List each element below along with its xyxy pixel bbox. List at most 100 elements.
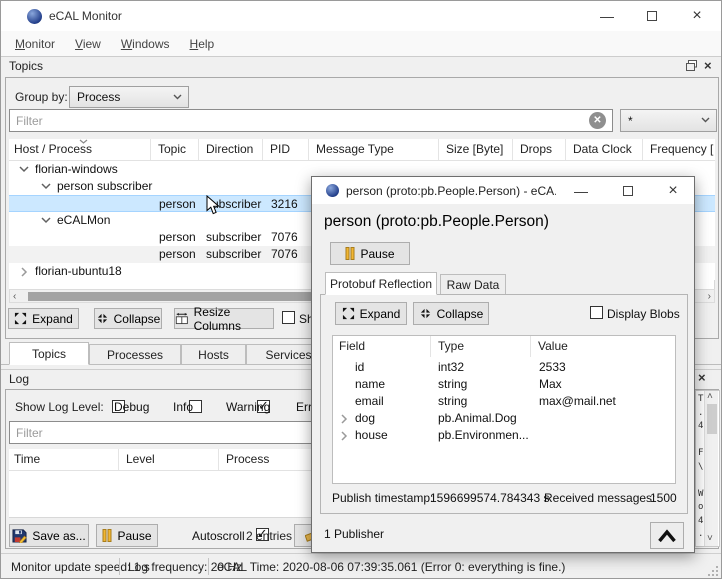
- scroll-to-top-button[interactable]: [650, 522, 684, 549]
- save-as-button[interactable]: Save as...: [9, 524, 89, 547]
- log-panel-title: Log: [1, 372, 29, 386]
- tab-protobuf-reflection[interactable]: Protobuf Reflection: [325, 272, 437, 295]
- field-row[interactable]: dog pb.Animal.Dog: [333, 410, 675, 427]
- publisher-count: 1 Publisher: [324, 527, 384, 541]
- tab-processes[interactable]: Processes: [89, 344, 181, 365]
- menu-help[interactable]: Help: [180, 37, 225, 51]
- close-button[interactable]: ×: [675, 1, 719, 31]
- col-value[interactable]: Value: [531, 336, 675, 357]
- field-type: string: [438, 393, 467, 410]
- scroll-right-icon[interactable]: ›: [708, 291, 711, 303]
- show-log-level-label: Show Log Level:: [15, 400, 104, 414]
- minimize-button[interactable]: —: [585, 1, 629, 31]
- background-vscrollbar[interactable]: ˄ ˅: [704, 391, 718, 546]
- expander-open-icon[interactable]: [41, 183, 51, 190]
- tab-raw-data[interactable]: Raw Data: [440, 274, 506, 295]
- col-data-clock[interactable]: Data Clock: [566, 139, 643, 160]
- collapse-icon: [96, 312, 109, 325]
- col-size[interactable]: Size [Byte]: [439, 139, 513, 160]
- col-type[interactable]: Type: [431, 336, 531, 357]
- field-row[interactable]: name string Max: [333, 376, 675, 393]
- publish-timestamp-value: 1596699574.784343 s: [430, 491, 549, 505]
- field-name: id: [355, 359, 364, 376]
- resize-columns-button[interactable]: Resize Columns: [174, 308, 274, 329]
- tab-protobuf-reflection-label: Protobuf Reflection: [330, 277, 432, 291]
- field-type: int32: [438, 359, 464, 376]
- expander-open-icon[interactable]: [19, 166, 29, 173]
- received-messages-value: 1500: [650, 491, 677, 505]
- log-pause-button[interactable]: Pause: [96, 524, 158, 547]
- col-frequency[interactable]: Frequency [: [643, 139, 715, 160]
- ecal-monitor-window: eCAL Monitor — × Monitor View Windows He…: [0, 0, 722, 579]
- dialog-expand-button[interactable]: Expand: [335, 302, 407, 325]
- sort-indicator-icon: [79, 139, 88, 144]
- direction-cell: subscriber: [206, 246, 261, 263]
- topic-cell: person: [159, 229, 196, 246]
- menu-monitor[interactable]: Monitor: [5, 37, 65, 51]
- maximize-button[interactable]: [630, 1, 674, 31]
- field-name: dog: [355, 410, 375, 427]
- col-topic[interactable]: Topic: [151, 139, 199, 160]
- menu-bar: Monitor View Windows Help: [1, 31, 721, 56]
- topics-panel-close-icon[interactable]: ×: [704, 58, 712, 73]
- filter-mode-select[interactable]: *: [620, 109, 717, 132]
- collapse-icon: [419, 307, 432, 320]
- dialog-maximize-button[interactable]: [607, 177, 649, 204]
- field-row[interactable]: id int32 2533: [333, 359, 675, 376]
- field-row[interactable]: email string max@mail.net: [333, 393, 675, 410]
- tab-hosts-label: Hosts: [198, 348, 229, 362]
- tab-topics-label: Topics: [32, 347, 66, 361]
- clear-filter-button[interactable]: ✕: [589, 112, 606, 129]
- col-field[interactable]: Field: [333, 336, 431, 357]
- status-ecal-time: eCAL Time: 2020-08-06 07:39:35.061 (Erro…: [217, 560, 565, 574]
- menu-view[interactable]: View: [65, 37, 111, 51]
- group-by-value: Process: [77, 90, 120, 104]
- tab-topics[interactable]: Topics: [9, 342, 89, 365]
- scrollbar-thumb[interactable]: [707, 404, 717, 434]
- collapse-button[interactable]: Collapse: [94, 308, 162, 329]
- tab-raw-data-label: Raw Data: [447, 278, 500, 292]
- log-pause-label: Pause: [117, 529, 151, 543]
- col-level[interactable]: Level: [119, 449, 219, 470]
- display-blobs-checkbox[interactable]: [590, 306, 603, 319]
- expander-open-icon[interactable]: [41, 217, 51, 224]
- background-window-sliver: Ti . 4 F: \ Wo o: 4. .. ˄ ˅: [695, 390, 720, 547]
- field-table: Field Type Value id int32 2533 name stri…: [332, 335, 676, 484]
- mouse-cursor: [206, 195, 221, 216]
- expander-closed-icon[interactable]: [341, 431, 348, 441]
- dialog-close-button[interactable]: ×: [653, 177, 693, 204]
- minimize-icon: —: [600, 8, 614, 24]
- expand-button[interactable]: Expand: [8, 308, 79, 329]
- dialog-pause-button[interactable]: Pause: [330, 242, 410, 265]
- float-panel-icon[interactable]: [685, 59, 698, 72]
- log-panel-close-icon[interactable]: ×: [698, 370, 706, 385]
- tab-hosts[interactable]: Hosts: [181, 344, 246, 365]
- scroll-up-icon[interactable]: ˄: [707, 391, 713, 403]
- dialog-minimize-button[interactable]: —: [560, 177, 602, 204]
- show-checkbox[interactable]: [282, 311, 295, 324]
- col-message-type[interactable]: Message Type: [309, 139, 439, 160]
- expander-closed-icon[interactable]: [21, 267, 28, 277]
- scroll-left-icon[interactable]: ‹: [13, 291, 16, 303]
- field-name: email: [355, 393, 384, 410]
- dialog-collapse-button[interactable]: Collapse: [413, 302, 489, 325]
- col-process[interactable]: Process: [219, 449, 319, 470]
- field-row[interactable]: house pb.Environmen...: [333, 427, 675, 444]
- collapse-button-label: Collapse: [114, 312, 161, 326]
- expand-icon: [14, 312, 27, 325]
- process-label: person subscriber: [57, 178, 152, 195]
- menu-windows[interactable]: Windows: [111, 37, 180, 51]
- scrollbar-thumb[interactable]: [28, 292, 358, 301]
- group-by-select[interactable]: Process: [69, 86, 189, 108]
- save-as-label: Save as...: [32, 529, 85, 543]
- resize-grip-icon[interactable]: [707, 565, 719, 577]
- col-time[interactable]: Time: [9, 449, 119, 470]
- expander-closed-icon[interactable]: [341, 414, 348, 424]
- topics-filter-input[interactable]: [9, 109, 613, 132]
- col-direction[interactable]: Direction: [199, 139, 263, 160]
- tab-processes-label: Processes: [107, 348, 163, 362]
- scroll-down-icon[interactable]: ˅: [707, 533, 713, 545]
- entries-count: 2 entries: [246, 529, 292, 543]
- col-pid[interactable]: PID: [263, 139, 309, 160]
- col-drops[interactable]: Drops: [513, 139, 566, 160]
